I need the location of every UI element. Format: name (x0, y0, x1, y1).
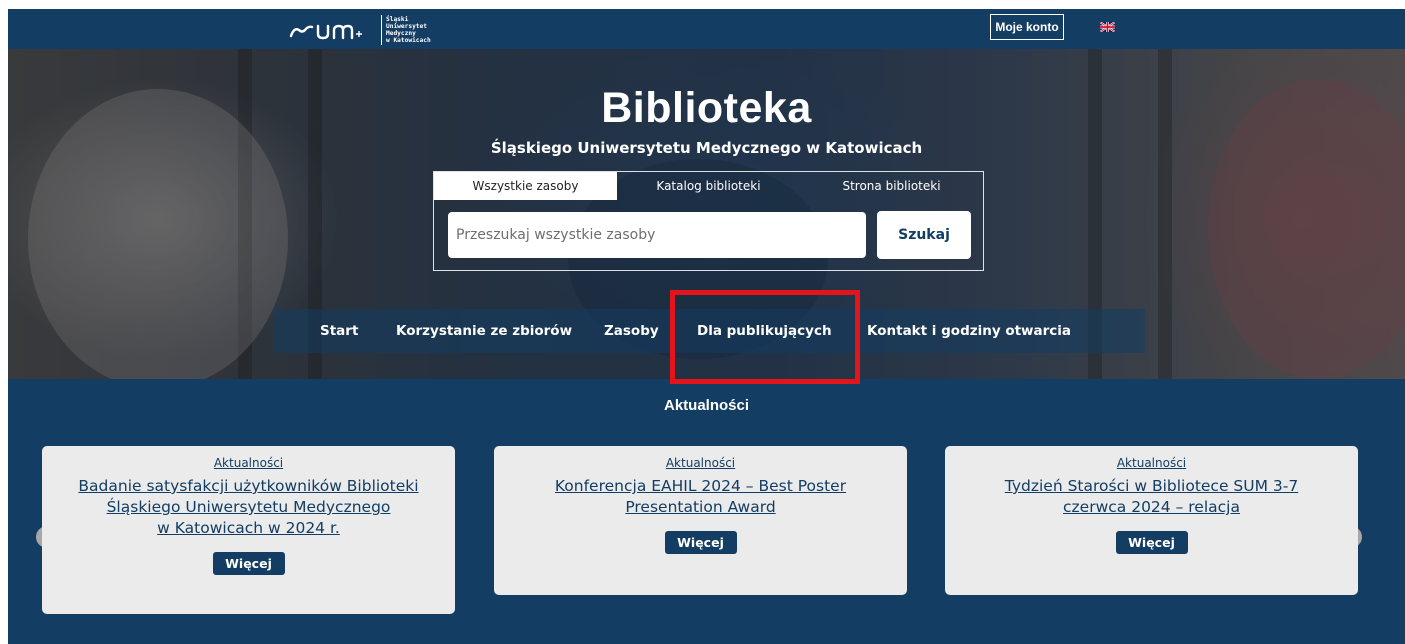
search-tabs: Wszystkie zasoby Katalog biblioteki Stro… (434, 172, 983, 200)
logo-line: Śląski (386, 16, 409, 23)
nav-item-resources[interactable]: Zasoby (604, 309, 659, 353)
logo-line: Uniwersytet (386, 23, 427, 30)
news-card-title[interactable]: Badanie satysfakcji użytkowników Bibliot… (60, 476, 437, 539)
page-frame: Śląski Uniwersytet Medyczny w Katowicach… (8, 9, 1405, 644)
news-card: Aktualności Badanie satysfakcji użytkown… (42, 446, 455, 614)
more-button[interactable]: Więcej (212, 552, 285, 575)
top-bar: Śląski Uniwersytet Medyczny w Katowicach… (8, 9, 1405, 49)
logo-line: Medyczny (386, 30, 416, 37)
nav-item-start[interactable]: Start (320, 309, 358, 353)
search-button[interactable]: Szukaj (877, 211, 971, 259)
hero-title: Biblioteka (601, 84, 812, 132)
uk-flag-icon[interactable] (1100, 22, 1115, 32)
news-card-title[interactable]: Tydzień Starości w Bibliotece SUM 3-7 cz… (963, 476, 1340, 518)
university-logo[interactable]: Śląski Uniwersytet Medyczny w Katowicach (288, 14, 431, 46)
logo-line: w Katowicach (386, 37, 431, 44)
nav-item-for-authors[interactable]: Dla publikujących (697, 309, 832, 353)
news-card-title-line: w Katowicach w 2024 r. (157, 519, 340, 537)
news-card-title[interactable]: Konferencja EAHIL 2024 – Best Poster Pre… (512, 476, 889, 518)
news-card: Aktualności Tydzień Starości w Bibliotec… (945, 446, 1358, 595)
news-card-title-line: Konferencja EAHIL 2024 – Best Poster (554, 477, 847, 495)
main-navigation: Start Korzystanie ze zbiorów Zasoby Dla … (273, 309, 1145, 353)
logo-text: Śląski Uniwersytet Medyczny w Katowicach (386, 16, 431, 44)
hero-subtitle: Śląskiego Uniwersytetu Medycznego w Kato… (490, 139, 923, 157)
nav-item-contact-hours[interactable]: Kontakt i godziny otwarcia (867, 309, 1071, 353)
search-input[interactable] (448, 212, 866, 258)
news-card-title-line: Śląskiego Uniwersytetu Medycznego (106, 498, 391, 516)
nav-item-using-collections[interactable]: Korzystanie ze zbiorów (396, 309, 572, 353)
more-button[interactable]: Więcej (1115, 531, 1188, 554)
news-card-title-line: czerwca 2024 – relacja (1063, 498, 1240, 516)
tab-all-resources[interactable]: Wszystkie zasoby (434, 172, 617, 200)
search-panel: Wszystkie zasoby Katalog biblioteki Stro… (433, 171, 984, 271)
tab-library-catalog[interactable]: Katalog biblioteki (617, 172, 800, 200)
sum-logo-icon (289, 24, 362, 40)
tab-library-website[interactable]: Strona biblioteki (800, 172, 983, 200)
hero-banner: Biblioteka Śląskiego Uniwersytetu Medycz… (8, 49, 1405, 379)
news-section-title: Aktualności (663, 397, 750, 414)
news-card-title-line: Badanie satysfakcji użytkowników Bibliot… (78, 477, 419, 495)
news-card-title-line: Tydzień Starości w Bibliotece SUM 3-7 (1004, 477, 1299, 495)
news-card-title-line: Presentation Award (625, 498, 776, 516)
logo-divider (381, 15, 382, 45)
news-card: Aktualności Konferencja EAHIL 2024 – Bes… (494, 446, 907, 595)
news-card-category[interactable]: Aktualności (42, 456, 455, 470)
more-button[interactable]: Więcej (664, 531, 737, 554)
my-account-button[interactable]: Moje konto (990, 14, 1064, 40)
news-card-category[interactable]: Aktualności (494, 456, 907, 470)
news-card-category[interactable]: Aktualności (945, 456, 1358, 470)
